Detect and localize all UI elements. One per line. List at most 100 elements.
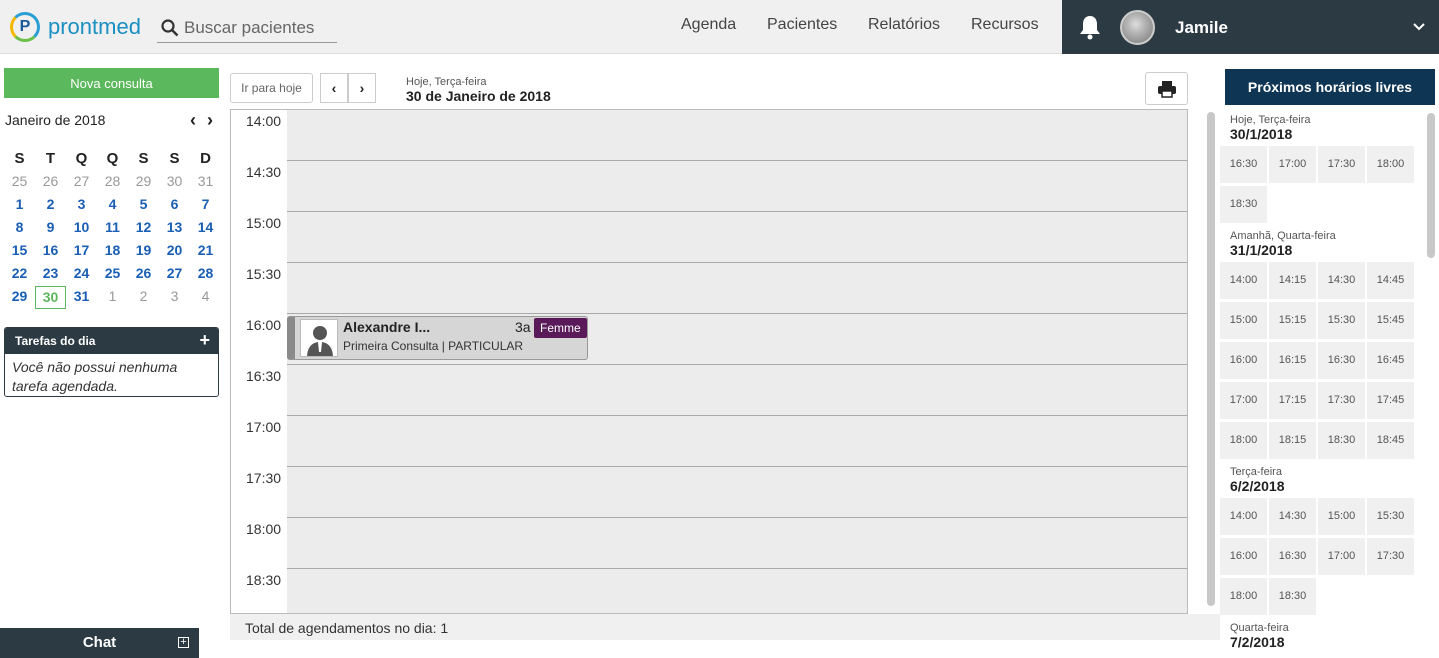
next-day-button[interactable]: ›: [348, 73, 376, 103]
free-slot-button[interactable]: 16:45: [1367, 342, 1416, 379]
new-appointment-button[interactable]: Nova consulta: [4, 68, 219, 98]
free-slot-button[interactable]: 15:00: [1318, 498, 1367, 535]
calendar-day[interactable]: 20: [159, 240, 190, 263]
chat-bar[interactable]: Chat +: [0, 628, 199, 658]
user-menu[interactable]: Jamile: [1062, 0, 1439, 54]
chevron-down-icon[interactable]: [1412, 20, 1426, 34]
calendar-day[interactable]: 14: [190, 217, 221, 240]
agenda-slot[interactable]: 16:30: [231, 365, 1187, 416]
calendar-day[interactable]: 4: [190, 286, 221, 309]
calendar-day[interactable]: 3: [159, 286, 190, 309]
agenda-slot[interactable]: 14:00: [231, 110, 1187, 161]
free-slot-button[interactable]: 14:00: [1220, 262, 1269, 299]
print-button[interactable]: [1145, 72, 1188, 105]
free-slot-button[interactable]: 17:00: [1318, 538, 1367, 575]
free-slot-button[interactable]: 17:30: [1318, 382, 1367, 419]
calendar-day[interactable]: 31: [190, 171, 221, 194]
free-slot-button[interactable]: 17:00: [1220, 382, 1269, 419]
free-slot-button[interactable]: 18:00: [1220, 422, 1269, 459]
agenda-slot-area[interactable]: [287, 365, 1187, 415]
free-slot-button[interactable]: 16:30: [1318, 342, 1367, 379]
calendar-day[interactable]: 7: [190, 194, 221, 217]
free-slot-button[interactable]: 17:15: [1269, 382, 1318, 419]
free-slot-button[interactable]: 18:30: [1269, 578, 1318, 615]
calendar-day[interactable]: 9: [35, 217, 66, 240]
free-slot-button[interactable]: 18:30: [1318, 422, 1367, 459]
calendar-day[interactable]: 22: [4, 263, 35, 286]
agenda-slot[interactable]: 14:30: [231, 161, 1187, 212]
calendar-day[interactable]: 29: [4, 286, 35, 309]
agenda-slot-area[interactable]: [287, 161, 1187, 211]
calendar-day[interactable]: 26: [35, 171, 66, 194]
calendar-day[interactable]: 13: [159, 217, 190, 240]
calendar-prev-button[interactable]: ‹: [190, 110, 196, 131]
agenda-slot-area[interactable]: [287, 467, 1187, 517]
calendar-day[interactable]: 10: [66, 217, 97, 240]
agenda-slot[interactable]: 15:00: [231, 212, 1187, 263]
free-slot-button[interactable]: 15:30: [1367, 498, 1416, 535]
free-slot-button[interactable]: 16:30: [1220, 146, 1269, 183]
free-slot-button[interactable]: 15:00: [1220, 302, 1269, 339]
free-slot-button[interactable]: 14:00: [1220, 498, 1269, 535]
calendar-day[interactable]: 27: [159, 263, 190, 286]
free-slot-button[interactable]: 15:15: [1269, 302, 1318, 339]
free-slot-button[interactable]: 16:15: [1269, 342, 1318, 379]
go-today-button[interactable]: Ir para hoje: [230, 73, 313, 103]
calendar-next-button[interactable]: ›: [207, 110, 213, 131]
calendar-day[interactable]: 25: [4, 171, 35, 194]
calendar-day[interactable]: 12: [128, 217, 159, 240]
free-slot-button[interactable]: 14:30: [1318, 262, 1367, 299]
agenda-slot[interactable]: 15:30: [231, 263, 1187, 314]
agenda-slot[interactable]: 18:30: [231, 569, 1187, 613]
nav-pacientes[interactable]: Pacientes: [767, 16, 837, 34]
calendar-day[interactable]: 6: [159, 194, 190, 217]
free-slot-button[interactable]: 18:30: [1220, 186, 1269, 223]
free-slot-button[interactable]: 17:30: [1318, 146, 1367, 183]
calendar-day[interactable]: 4: [97, 194, 128, 217]
appointment-card[interactable]: Alexandre I... 3a Primeira Consulta | PA…: [287, 316, 588, 360]
free-slot-button[interactable]: 15:30: [1318, 302, 1367, 339]
free-slot-button[interactable]: 16:30: [1269, 538, 1318, 575]
agenda-slot-area[interactable]: [287, 110, 1187, 160]
calendar-day[interactable]: 27: [66, 171, 97, 194]
free-slot-button[interactable]: 18:00: [1367, 146, 1416, 183]
calendar-day[interactable]: 18: [97, 240, 128, 263]
avatar[interactable]: [1120, 10, 1155, 45]
add-task-button[interactable]: +: [199, 330, 210, 351]
free-slot-button[interactable]: 18:15: [1269, 422, 1318, 459]
logo[interactable]: P prontmed: [10, 12, 141, 42]
calendar-day[interactable]: 2: [35, 194, 66, 217]
calendar-day[interactable]: 5: [128, 194, 159, 217]
calendar-day[interactable]: 30: [159, 171, 190, 194]
calendar-day[interactable]: 28: [97, 171, 128, 194]
calendar-day[interactable]: 24: [66, 263, 97, 286]
chat-expand-icon[interactable]: +: [178, 637, 189, 648]
calendar-day[interactable]: 1: [97, 286, 128, 309]
free-slot-button[interactable]: 16:00: [1220, 342, 1269, 379]
agenda-slot-area[interactable]: [287, 416, 1187, 466]
calendar-day[interactable]: 29: [128, 171, 159, 194]
calendar-day[interactable]: 19: [128, 240, 159, 263]
calendar-day-today[interactable]: 30: [35, 286, 66, 309]
agenda-slot-area[interactable]: [287, 263, 1187, 313]
free-slots-scrollbar[interactable]: [1427, 113, 1435, 258]
free-slot-button[interactable]: 16:00: [1220, 538, 1269, 575]
calendar-day[interactable]: 16: [35, 240, 66, 263]
nav-relatorios[interactable]: Relatórios: [868, 16, 940, 34]
free-slot-button[interactable]: 17:45: [1367, 382, 1416, 419]
agenda-slot-area[interactable]: [287, 212, 1187, 262]
calendar-day[interactable]: 26: [128, 263, 159, 286]
search-input[interactable]: [184, 18, 334, 38]
free-slot-button[interactable]: 18:00: [1220, 578, 1269, 615]
free-slot-button[interactable]: 15:45: [1367, 302, 1416, 339]
calendar-day[interactable]: 28: [190, 263, 221, 286]
calendar-day[interactable]: 1: [4, 194, 35, 217]
calendar-day[interactable]: 17: [66, 240, 97, 263]
free-slot-button[interactable]: 17:30: [1367, 538, 1416, 575]
calendar-day[interactable]: 8: [4, 217, 35, 240]
nav-agenda[interactable]: Agenda: [681, 16, 736, 34]
agenda-slot[interactable]: 17:30: [231, 467, 1187, 518]
nav-recursos[interactable]: Recursos: [971, 16, 1039, 34]
calendar-day[interactable]: 21: [190, 240, 221, 263]
free-slot-button[interactable]: 14:15: [1269, 262, 1318, 299]
